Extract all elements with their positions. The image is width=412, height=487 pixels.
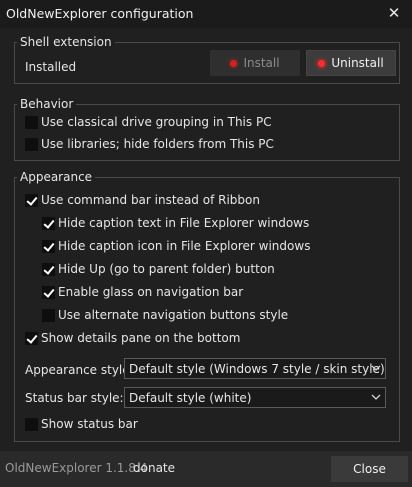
statusbar-style-select[interactable]: Default style (white) bbox=[124, 387, 386, 408]
led-red-icon bbox=[318, 59, 326, 67]
appearance-checkbox-0[interactable] bbox=[25, 194, 38, 207]
behavior-checkbox-1[interactable] bbox=[25, 138, 38, 151]
behavior-heading: Behavior bbox=[17, 97, 77, 111]
appearance-checkbox-7[interactable] bbox=[25, 418, 38, 431]
appearance-option-label-5: Use alternate navigation buttons style bbox=[58, 308, 289, 322]
appearance-option-label-6: Show details pane on the bottom bbox=[41, 331, 241, 345]
uninstall-button-label: Uninstall bbox=[331, 56, 384, 70]
window-title: OldNewExplorer configuration bbox=[6, 6, 194, 21]
statusbar-style-value: Default style (white) bbox=[129, 390, 252, 405]
chevron-down-icon bbox=[371, 365, 381, 371]
appearance-heading: Appearance bbox=[17, 170, 96, 184]
uninstall-button[interactable]: Uninstall bbox=[306, 50, 396, 76]
appearance-option-label-3: Hide Up (go to parent folder) button bbox=[58, 262, 275, 276]
shell-extension-heading: Shell extension bbox=[17, 35, 115, 49]
appearance-checkbox-2[interactable] bbox=[42, 240, 55, 253]
donate-link[interactable]: donate bbox=[133, 461, 175, 475]
appearance-option-label-4: Enable glass on navigation bar bbox=[58, 285, 244, 299]
appearance-style-value: Default style (Windows 7 style / skin st… bbox=[129, 361, 385, 376]
appearance-checkbox-3[interactable] bbox=[42, 263, 55, 276]
appearance-option-label-1: Hide caption text in File Explorer windo… bbox=[58, 216, 310, 230]
appearance-checkbox-6[interactable] bbox=[25, 332, 38, 345]
version-text: OldNewExplorer 1.1.8.4 bbox=[5, 461, 148, 475]
behavior-group bbox=[14, 104, 400, 161]
appearance-option-label-2: Hide caption icon in File Explorer windo… bbox=[58, 239, 311, 253]
appearance-checkbox-4[interactable] bbox=[42, 286, 55, 299]
appearance-option-label-7: Show status bar bbox=[41, 417, 138, 431]
appearance-checkbox-1[interactable] bbox=[42, 217, 55, 230]
close-window-icon[interactable]: ✕ bbox=[383, 3, 405, 23]
behavior-checkbox-0[interactable] bbox=[25, 116, 38, 129]
appearance-style-label: Appearance style: bbox=[25, 363, 134, 377]
appearance-option-label-0: Use command bar instead of Ribbon bbox=[41, 193, 260, 207]
led-red-icon bbox=[230, 59, 238, 67]
install-button-label: Install bbox=[243, 56, 280, 70]
close-button[interactable]: Close bbox=[331, 456, 408, 482]
close-button-label: Close bbox=[353, 462, 386, 476]
install-status-text: Installed bbox=[25, 60, 77, 74]
install-button[interactable]: Install bbox=[210, 50, 300, 76]
behavior-option-label-1: Use libraries; hide folders from This PC bbox=[41, 137, 274, 151]
chevron-down-icon bbox=[371, 394, 381, 400]
behavior-option-label-0: Use classical drive grouping in This PC bbox=[41, 115, 272, 129]
appearance-checkbox-5[interactable] bbox=[42, 309, 55, 322]
statusbar-style-label: Status bar style: bbox=[25, 391, 124, 405]
appearance-style-select[interactable]: Default style (Windows 7 style / skin st… bbox=[124, 358, 386, 379]
